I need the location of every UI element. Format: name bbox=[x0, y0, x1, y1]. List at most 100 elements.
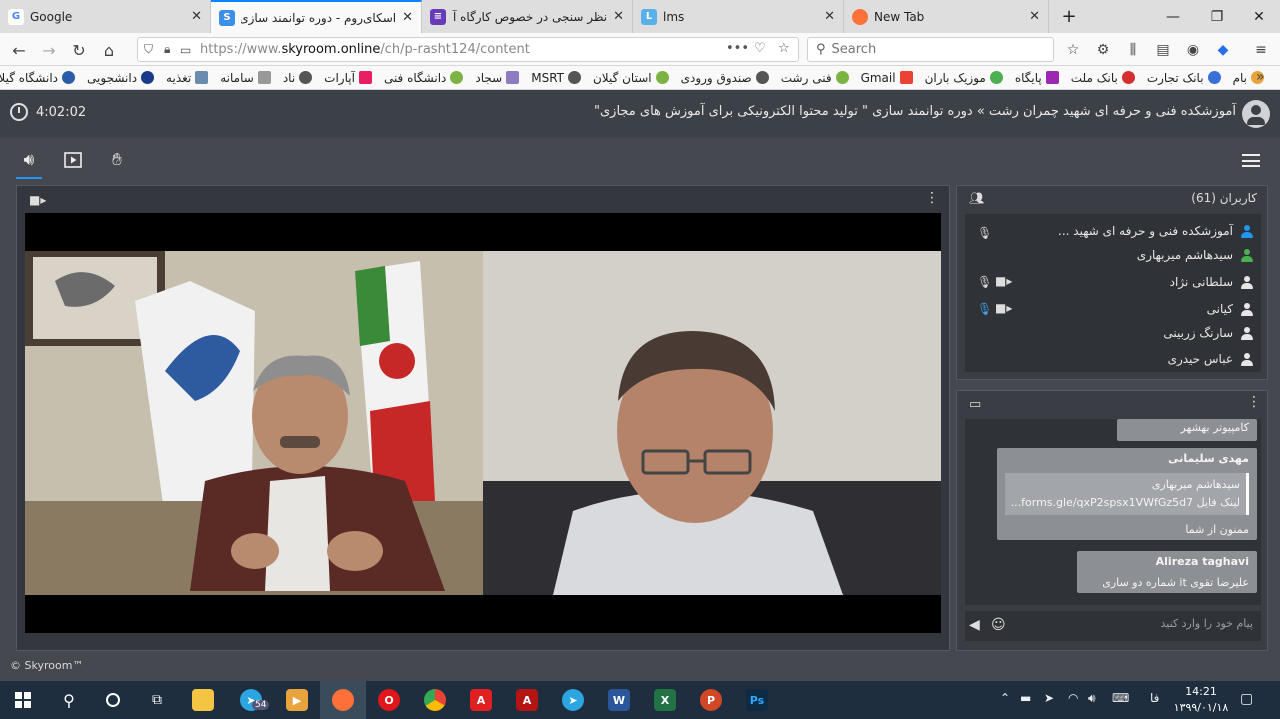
close-icon[interactable]: ✕ bbox=[1029, 9, 1040, 24]
close-window-button[interactable]: ✕ bbox=[1236, 0, 1280, 33]
telegram-tray-icon[interactable]: ➤ bbox=[1044, 691, 1054, 705]
camera-icon[interactable]: ■▸ bbox=[995, 274, 1012, 288]
star-icon[interactable]: ☆ bbox=[1064, 41, 1082, 59]
tab-forms[interactable]: ≡ نظر سنجی در خصوص کارگاه آمو ✕ bbox=[422, 0, 633, 33]
extension-icon[interactable]: ◆ bbox=[1214, 41, 1232, 59]
user-row[interactable]: سیدهاشم میربهاری bbox=[965, 244, 1261, 268]
bookmark-item[interactable]: صندوق ورودی bbox=[681, 71, 769, 85]
bookmark-item[interactable]: موزیک باران bbox=[925, 71, 1003, 85]
home-button[interactable]: ⌂ bbox=[98, 39, 120, 61]
star-icon[interactable]: ☆ bbox=[778, 41, 790, 56]
taskbar-app-telegram[interactable]: ➤ 54 bbox=[228, 681, 274, 719]
bookmark-item[interactable]: پایگاه bbox=[1015, 71, 1059, 85]
language-indicator[interactable]: فا bbox=[1150, 691, 1159, 705]
gear-icon[interactable]: ⚙ bbox=[1094, 41, 1112, 59]
search-box[interactable]: ⚲ bbox=[807, 37, 1054, 62]
taskbar-app-acrobat[interactable]: A bbox=[458, 681, 504, 719]
forward-button[interactable]: → bbox=[38, 39, 60, 61]
tab-new-tab[interactable]: New Tab ✕ bbox=[844, 0, 1049, 33]
bookmark-item[interactable]: سامانه bbox=[220, 71, 271, 85]
chevron-up-icon[interactable]: ⌃ bbox=[1000, 691, 1010, 705]
microphone-icon[interactable]: 🎙︎ bbox=[977, 275, 992, 289]
keyboard-icon[interactable]: ⌨ bbox=[1112, 691, 1129, 705]
taskbar-app-word[interactable]: W bbox=[596, 681, 642, 719]
user-row[interactable]: سلطانی نژاد 🎙︎ ■▸ bbox=[965, 271, 1261, 295]
battery-icon[interactable]: ▬ bbox=[1020, 691, 1031, 705]
more-options-icon[interactable]: ⋮ bbox=[925, 190, 939, 206]
menu-icon[interactable]: ≡ bbox=[1252, 41, 1270, 59]
speaker-icon[interactable]: 🔊︎ bbox=[16, 150, 42, 179]
reload-button[interactable]: ↻ bbox=[68, 39, 90, 61]
camera-icon[interactable]: ■▸ bbox=[995, 301, 1012, 315]
microphone-active-icon[interactable]: 🎙︎ bbox=[977, 302, 992, 316]
video-stream[interactable] bbox=[25, 213, 941, 633]
lock-icon[interactable]: 🔒︎ bbox=[164, 42, 178, 57]
chat-input[interactable] bbox=[1023, 617, 1253, 630]
bookmark-item[interactable]: MSRT bbox=[531, 71, 581, 85]
page-actions-icon[interactable]: ••• bbox=[726, 41, 749, 56]
url-text[interactable]: https://www.skyroom.online/ch/p-rasht124… bbox=[200, 42, 530, 57]
user-row[interactable]: آموزشکده فنی و حرفه ای شهید ... 🎙︎ bbox=[965, 220, 1261, 244]
back-button[interactable]: ← bbox=[8, 39, 30, 61]
taskbar-app-excel[interactable]: X bbox=[642, 681, 688, 719]
taskbar-app-firefox[interactable] bbox=[320, 681, 366, 719]
bookmark-item[interactable]: سجاد bbox=[475, 71, 520, 85]
bookmark-item[interactable]: دانشگاه گیلان bbox=[0, 71, 76, 85]
permissions-icon[interactable]: ▭ bbox=[180, 43, 194, 57]
library-icon[interactable]: ⫼ bbox=[1124, 41, 1142, 59]
wifi-icon[interactable]: ◠ bbox=[1068, 691, 1078, 705]
bookmark-item[interactable]: بانک تجارت bbox=[1147, 71, 1221, 85]
bookmark-item[interactable]: آپارات bbox=[324, 71, 372, 85]
cortana-icon[interactable] bbox=[90, 681, 136, 719]
bookmarks-overflow-icon[interactable]: » bbox=[1256, 69, 1265, 85]
quoted-message[interactable]: سیدهاشم میربهاری لینک فایل forms.gle/qxP… bbox=[1005, 473, 1249, 515]
new-tab-button[interactable]: + bbox=[1049, 0, 1089, 33]
taskbar-app-acrobat-dc[interactable]: A bbox=[504, 681, 550, 719]
search-icon[interactable]: ⚲ bbox=[46, 681, 92, 719]
taskbar-app-telegram-2[interactable]: ➤ bbox=[550, 681, 596, 719]
send-icon[interactable]: ◀ bbox=[969, 617, 980, 633]
taskbar-app-media-player[interactable]: ▶ bbox=[274, 681, 320, 719]
pocket-icon[interactable]: ♡ bbox=[754, 41, 766, 56]
close-icon[interactable]: ✕ bbox=[824, 9, 835, 24]
bookmark-item[interactable]: تغذیه bbox=[166, 71, 209, 85]
user-row[interactable]: عباس حیدری bbox=[965, 348, 1261, 372]
microphone-icon[interactable]: 🎙︎ bbox=[977, 226, 992, 240]
taskbar-app-opera[interactable]: O bbox=[366, 681, 412, 719]
bookmark-item[interactable]: Gmail bbox=[861, 71, 913, 85]
tab-google[interactable]: G Google ✕ bbox=[0, 0, 211, 33]
user-row[interactable]: کیانی 🎙︎ ■▸ bbox=[965, 298, 1261, 322]
shield-icon[interactable]: ⛉ bbox=[144, 42, 162, 57]
close-icon[interactable]: ✕ bbox=[402, 10, 413, 25]
account-icon[interactable]: ◉ bbox=[1184, 41, 1202, 59]
sidebar-icon[interactable]: ▤ bbox=[1154, 41, 1172, 59]
user-avatar-icon[interactable] bbox=[1242, 100, 1270, 128]
user-row[interactable]: سارنگ زربینی bbox=[965, 322, 1261, 346]
taskbar-app-powerpoint[interactable]: P bbox=[688, 681, 734, 719]
task-view-icon[interactable]: ⧉ bbox=[134, 681, 180, 719]
bookmark-item[interactable]: دانشگاه فنی bbox=[384, 71, 464, 85]
volume-icon[interactable]: 🔊︎ bbox=[1088, 691, 1096, 706]
restore-button[interactable]: ❐ bbox=[1194, 0, 1240, 33]
bookmark-item[interactable]: ناد bbox=[283, 71, 313, 85]
start-button[interactable] bbox=[0, 681, 46, 719]
minimize-button[interactable]: — bbox=[1150, 0, 1196, 33]
bookmark-item[interactable]: استان گیلان bbox=[593, 71, 669, 85]
bookmark-item[interactable]: فنی رشت bbox=[781, 71, 849, 85]
close-icon[interactable]: ✕ bbox=[191, 9, 202, 24]
taskbar-app-file-explorer[interactable] bbox=[180, 681, 226, 719]
close-icon[interactable]: ✕ bbox=[613, 9, 624, 24]
tab-lms[interactable]: L lms ✕ bbox=[633, 0, 844, 33]
raise-hand-icon[interactable]: ✋︎ bbox=[106, 150, 128, 170]
tab-skyroom[interactable]: S اسکای‌روم - دوره توانمند سازی ✕ bbox=[211, 0, 422, 33]
taskbar-app-photoshop[interactable]: Ps bbox=[734, 681, 780, 719]
hamburger-menu-icon[interactable] bbox=[1242, 154, 1260, 167]
url-bar[interactable]: ⛉ 🔒︎ ▭ https://www.skyroom.online/ch/p-r… bbox=[137, 37, 799, 62]
play-media-icon[interactable] bbox=[62, 150, 84, 170]
system-clock[interactable]: 14:21 ۱۳۹۹/۰۱/۱۸ bbox=[1172, 684, 1230, 716]
taskbar-app-chrome[interactable] bbox=[412, 681, 458, 719]
emoji-icon[interactable]: ☺ bbox=[991, 617, 1006, 633]
search-input[interactable] bbox=[831, 42, 1032, 57]
bookmark-item[interactable]: دانشجویی bbox=[87, 71, 155, 85]
more-options-icon[interactable]: ⋮ bbox=[1247, 394, 1261, 410]
